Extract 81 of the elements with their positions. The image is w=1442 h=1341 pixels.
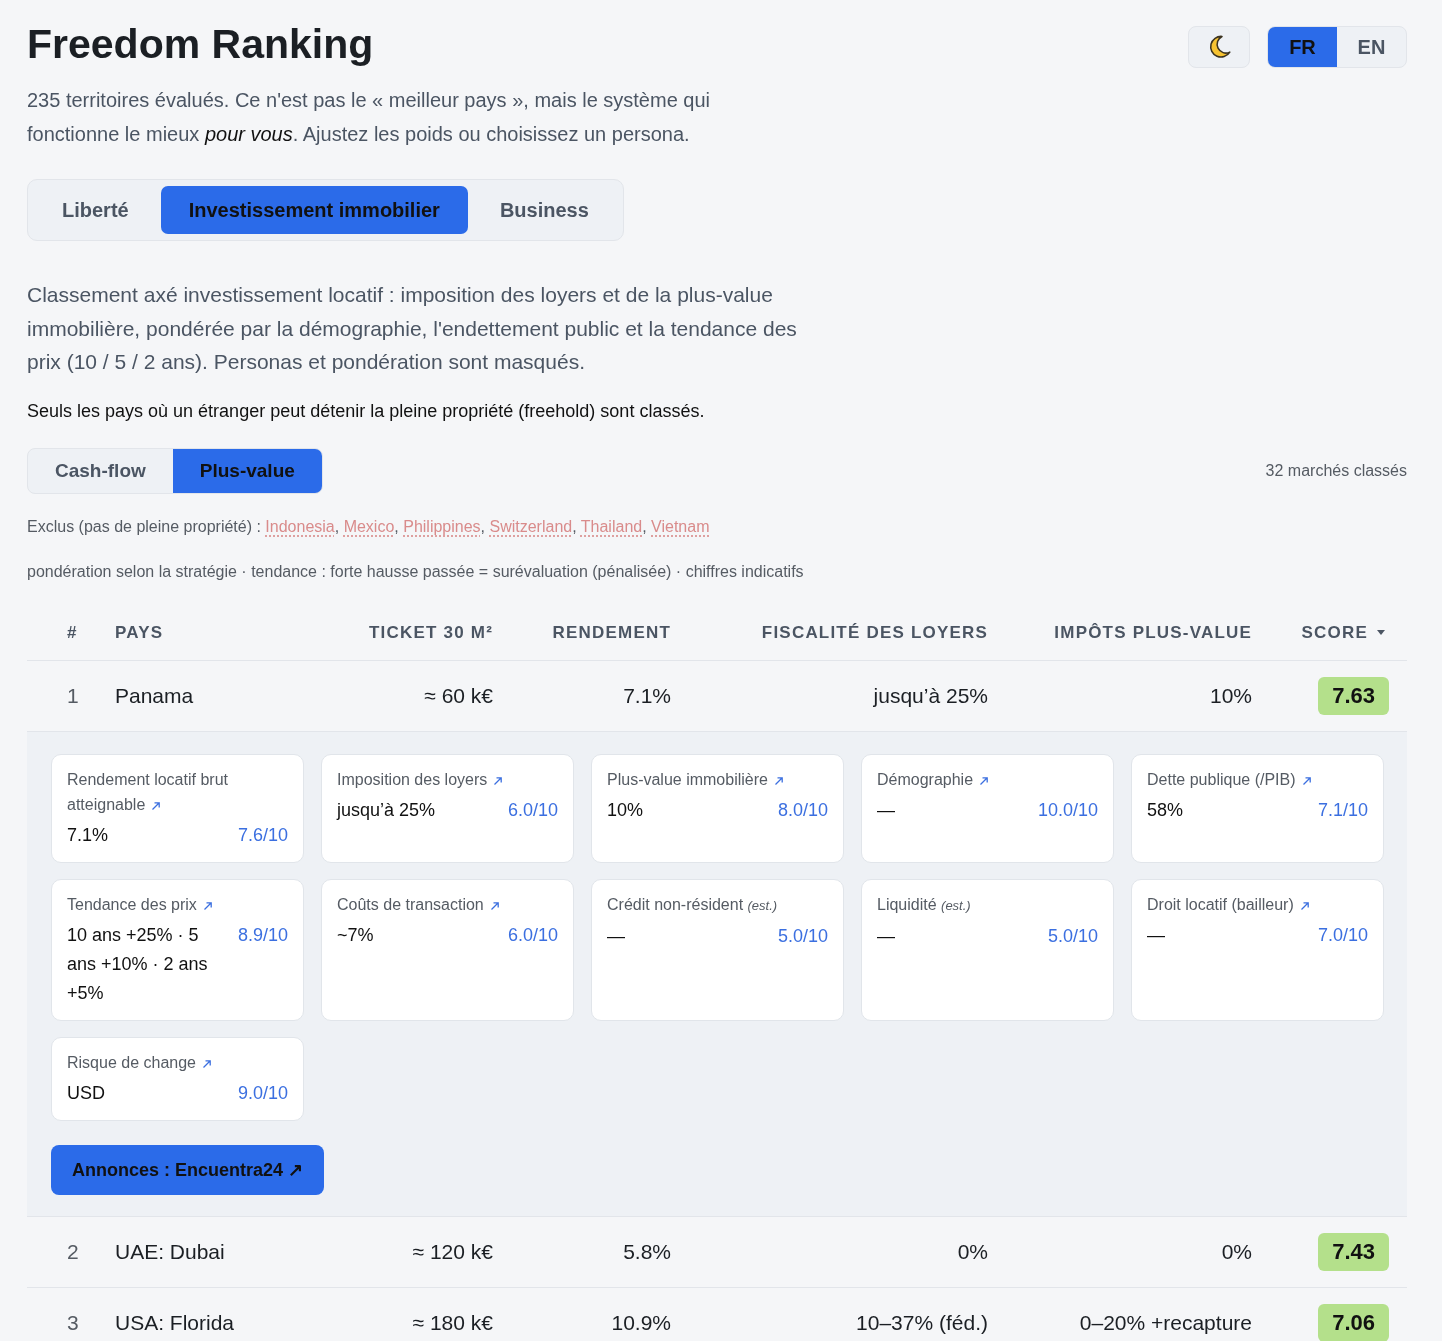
column-header[interactable]: IMPÔTS PLUS-VALUE [1054, 622, 1268, 643]
page-subtitle: 235 territoires évalués. Ce n'est pas le « meilleur pays », mais le système qui fonctionne le mieux pour vous. Ajustez les poids ou choisissez un persona. [27, 88, 712, 147]
rank-cell-text: 3 [66, 1310, 80, 1335]
rank-cell-text: 2 [66, 1239, 80, 1264]
ticket-cell-text: ≈ 60 k€ [424, 683, 494, 708]
metric-label: Rendement locatif brut atteignable [67, 770, 228, 813]
column-header[interactable]: FISCALITÉ DES LOYERS [761, 622, 1004, 643]
metric-score: 5.0/10 [1047, 924, 1098, 948]
note-text: Seuls les pays où un étranger peut détenir la pleine propriété (freehold) sont classés. [27, 399, 706, 423]
metric-value: — [877, 924, 895, 948]
table-row[interactable]: 1 Panama ≈ 60 k€ 7.1% jusqu’à 25% 10% 7.63 [27, 660, 1407, 732]
metric-label: Crédit non-résident (est.) [607, 895, 778, 913]
language-option[interactable]: EN [1337, 27, 1406, 67]
metric-score: 7.6/10 [237, 823, 288, 847]
metric-label: Tendance des prix [67, 895, 197, 913]
capital-gains-tax-cell-text: 0–20% +recapture [1079, 1310, 1253, 1335]
metric-label: Risque de change [67, 1053, 196, 1071]
yield-cell-text: 5.8% [623, 1239, 672, 1264]
page-title: Freedom Ranking [27, 20, 375, 69]
metric-label: Dette publique (/PIB) [1147, 770, 1296, 788]
column-header[interactable]: # [27, 622, 94, 643]
rent-tax-cell-text: 10–37% (féd.) [856, 1310, 989, 1335]
metric-value: 58% [1147, 798, 1184, 822]
metric-value: 10 ans +25% · 5 ans +10% · 2 ans +5% [67, 923, 209, 1005]
tab[interactable]: Business [471, 186, 617, 234]
metric-label: Liquidité (est.) [877, 895, 971, 913]
metric-score: 6.0/10 [507, 798, 558, 822]
theme-toggle-button[interactable] [1188, 26, 1250, 68]
metric-label: Imposition des loyers [337, 770, 488, 788]
description-text: Classement axé investissement locatif : imposition des loyers et de la plus-value immobilière, pondérée par la démographie, l'endettement public et la tendance des prix (10 / 5 / 2 ans). Personas et pondération sont masqués. [27, 282, 798, 375]
score-badge: 7.43 [1318, 1232, 1389, 1271]
metric-value: USD [67, 1081, 105, 1105]
country-cell-text: UAE: Dubai [115, 1239, 226, 1264]
score-badge: 7.63 [1318, 676, 1389, 715]
tab[interactable]: Liberté [34, 186, 157, 234]
metric-score: 10.0/10 [1037, 798, 1098, 822]
market-count: 32 marchés classés [1265, 461, 1407, 480]
strategy-option[interactable]: Plus-value [172, 448, 322, 493]
metric-label: Plus-value immobilière [607, 770, 768, 788]
ticket-cell-text: ≈ 120 k€ [412, 1239, 494, 1264]
yield-cell-text: 10.9% [611, 1310, 672, 1335]
column-header[interactable]: SCORE [1301, 622, 1407, 643]
metric-value: 10% [607, 798, 644, 822]
metric-value: jusqu’à 25% [337, 798, 436, 822]
table-row[interactable]: 3 USA: Florida ≈ 180 k€ 10.9% 10–37% (féd.) 0–20% +recapture 7.06 [27, 1287, 1407, 1341]
excluded-note: Exclus (pas de pleine propriété) : Indonesia, Mexico, Philippines, Switzerland, Thailand, Vietnam [27, 516, 711, 537]
capital-gains-tax-cell-text: 0% [1221, 1239, 1253, 1264]
language-option[interactable]: FR [1268, 27, 1337, 67]
metric-value: 7.1% [67, 823, 109, 847]
table-row[interactable]: 2 UAE: Dubai ≈ 120 k€ 5.8% 0% 0% 7.43 [27, 1216, 1407, 1288]
metric-label: Démographie [877, 770, 974, 788]
metric-label: Droit locatif (bailleur) [1147, 895, 1294, 913]
rent-tax-cell-text: jusqu’à 25% [873, 683, 989, 708]
capital-gains-tax-cell-text: 10% [1209, 683, 1253, 708]
country-cell-text: Panama [115, 683, 195, 708]
metric-score: 7.0/10 [1317, 923, 1368, 947]
score-badge: 7.06 [1318, 1303, 1389, 1341]
metric-value: ~7% [337, 923, 374, 947]
metric-score: 8.9/10 [237, 923, 288, 947]
tab[interactable]: Investissement immobilier [160, 186, 468, 234]
country-cell-text: USA: Florida [115, 1310, 236, 1335]
metric-value: — [607, 924, 625, 948]
moon-icon [1207, 35, 1231, 59]
metric-score: 9.0/10 [237, 1081, 288, 1105]
column-header[interactable]: TICKET 30 M² [369, 622, 509, 643]
strategy-option[interactable]: Cash-flow [28, 448, 173, 493]
metric-value: — [1147, 923, 1165, 947]
metric-score: 7.1/10 [1317, 798, 1368, 822]
legend-text: pondération selon la stratégie · tendance : forte hausse passée = surévaluation (pénalisée) · chiffres indicatifs [27, 561, 805, 582]
yield-cell-text: 7.1% [623, 683, 672, 708]
metric-score: 6.0/10 [507, 923, 558, 947]
rank-cell-text: 1 [66, 683, 80, 708]
metric-value: — [877, 798, 895, 822]
metric-label: Coûts de transaction [337, 895, 484, 913]
column-header[interactable]: PAYS [115, 622, 180, 643]
column-header[interactable]: RENDEMENT [552, 622, 687, 643]
metric-score: 8.0/10 [777, 798, 828, 822]
rent-tax-cell-text: 0% [957, 1239, 989, 1264]
metric-score: 5.0/10 [777, 924, 828, 948]
listings-button[interactable]: Annonces : Encuentra24 ↗ [51, 1144, 325, 1195]
ticket-cell-text: ≈ 180 k€ [412, 1310, 494, 1335]
